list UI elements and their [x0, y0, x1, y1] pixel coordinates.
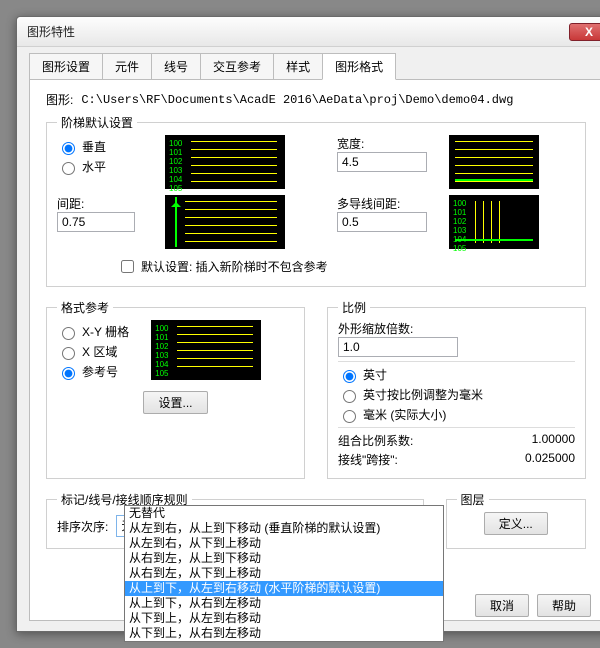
dropdown-option[interactable]: 无替代 — [125, 506, 443, 521]
close-button[interactable]: X — [569, 23, 600, 41]
drawing-path-row: 图形: C:\Users\RF\Documents\AcadE 2016\AeD… — [46, 91, 586, 108]
ext-scale-label: 外形缩放倍数: — [338, 320, 575, 337]
ladder-preview-icon: 100101102103104105 — [165, 135, 285, 189]
radio-mm-actual-label: 毫米 (实际大小) — [363, 406, 446, 423]
spacing-input[interactable] — [57, 212, 135, 232]
radio-xy-label: X-Y 栅格 — [82, 323, 129, 340]
tab-styles[interactable]: 样式 — [273, 53, 323, 80]
format-ref-legend: 格式参考 — [57, 299, 113, 316]
format-ref-preview-icon: 100101102103104105 — [151, 320, 261, 380]
dialog-title: 图形特性 — [27, 23, 569, 40]
radio-mm-actual[interactable] — [343, 410, 356, 423]
layer-group: 图层 定义... — [446, 491, 587, 549]
tab-components[interactable]: 元件 — [102, 53, 152, 80]
default-checkbox-label: 默认设置: 插入新阶梯时不包含参考 — [141, 258, 328, 275]
scale-legend: 比例 — [338, 299, 370, 316]
spacing-preview-icon — [165, 195, 285, 249]
cancel-button[interactable]: 取消 — [475, 594, 529, 617]
radio-x-zone[interactable] — [62, 347, 75, 360]
tab-wire-numbers[interactable]: 线号 — [151, 53, 201, 80]
radio-inch[interactable] — [343, 370, 356, 383]
dropdown-option[interactable]: 从右到左，从下到上移动 — [125, 566, 443, 581]
dropdown-option[interactable]: 从上到下，从右到左移动 — [125, 596, 443, 611]
sort-order-label: 排序次序: — [57, 518, 108, 535]
close-icon: X — [585, 25, 593, 39]
dropdown-option[interactable]: 从左到右，从上到下移动 (垂直阶梯的默认设置) — [125, 521, 443, 536]
tab-drawing-settings[interactable]: 图形设置 — [29, 53, 103, 80]
drawing-label: 图形: — [46, 91, 73, 108]
tab-drawing-format[interactable]: 图形格式 — [322, 53, 396, 80]
dropdown-option[interactable]: 从右到左，从上到下移动 — [125, 551, 443, 566]
drawing-path: C:\Users\RF\Documents\AcadE 2016\AeData\… — [81, 93, 513, 107]
radio-inch-label: 英寸 — [363, 366, 387, 383]
wire-jumper-label: 接线"跨接": — [338, 451, 398, 468]
radio-refnum-label: 参考号 — [82, 363, 118, 380]
dropdown-option[interactable]: 从下到上，从左到右移动 — [125, 611, 443, 626]
format-ref-group: 格式参考 X-Y 栅格 X 区域 参考号 100101102103104105 … — [46, 299, 305, 479]
radio-refnum[interactable] — [62, 367, 75, 380]
titlebar[interactable]: 图形特性 X — [17, 17, 600, 47]
sort-order-dropdown[interactable]: 无替代 从左到右，从上到下移动 (垂直阶梯的默认设置) 从左到右，从下到上移动 … — [124, 505, 444, 642]
width-preview-icon — [449, 135, 539, 189]
ladder-defaults-legend: 阶梯默认设置 — [57, 114, 137, 131]
radio-horizontal-label: 水平 — [82, 158, 106, 175]
spacing-label: 间距: — [57, 195, 143, 212]
dropdown-option-highlighted[interactable]: 从上到下，从左到右移动 (水平阶梯的默认设置) — [125, 581, 443, 596]
ladder-defaults-group: 阶梯默认设置 垂直 水平 100101102103104105 宽度: — [46, 114, 586, 287]
help-button[interactable]: 帮助 — [537, 594, 591, 617]
radio-xzone-label: X 区域 — [82, 343, 117, 360]
ext-scale-input[interactable] — [338, 337, 458, 357]
multiwire-preview-icon: 100101102103104105 — [449, 195, 539, 249]
radio-vertical[interactable] — [62, 142, 75, 155]
radio-vertical-label: 垂直 — [82, 138, 106, 155]
radio-xy-grid[interactable] — [62, 327, 75, 340]
tab-cross-ref[interactable]: 交互参考 — [200, 53, 274, 80]
wire-jumper-value: 0.025000 — [525, 451, 575, 468]
multiwire-label: 多导线间距: — [337, 195, 427, 212]
width-input[interactable] — [337, 152, 427, 172]
setup-button[interactable]: 设置... — [143, 391, 207, 414]
tab-strip: 图形设置 元件 线号 交互参考 样式 图形格式 — [17, 47, 600, 80]
dialog-window: 图形特性 X 图形设置 元件 线号 交互参考 样式 图形格式 图形: C:\Us… — [16, 16, 600, 632]
combo-scale-value: 1.00000 — [532, 432, 575, 449]
radio-inch-mm[interactable] — [343, 390, 356, 403]
default-checkbox[interactable] — [121, 260, 134, 273]
define-button[interactable]: 定义... — [484, 512, 548, 535]
combo-scale-label: 组合比例系数: — [338, 432, 413, 449]
default-checkbox-row[interactable]: 默认设置: 插入新阶梯时不包含参考 — [117, 257, 575, 276]
scale-group: 比例 外形缩放倍数: 英寸 英寸按比例调整为毫米 毫米 (实际大小) 组合比例系… — [327, 299, 586, 479]
multiwire-input[interactable] — [337, 212, 427, 232]
layer-legend: 图层 — [457, 491, 489, 508]
width-label: 宽度: — [337, 135, 427, 152]
dropdown-option[interactable]: 从下到上，从右到左移动 — [125, 626, 443, 641]
radio-horizontal[interactable] — [62, 162, 75, 175]
dropdown-option[interactable]: 从左到右，从下到上移动 — [125, 536, 443, 551]
radio-inch-mm-label: 英寸按比例调整为毫米 — [363, 386, 483, 403]
